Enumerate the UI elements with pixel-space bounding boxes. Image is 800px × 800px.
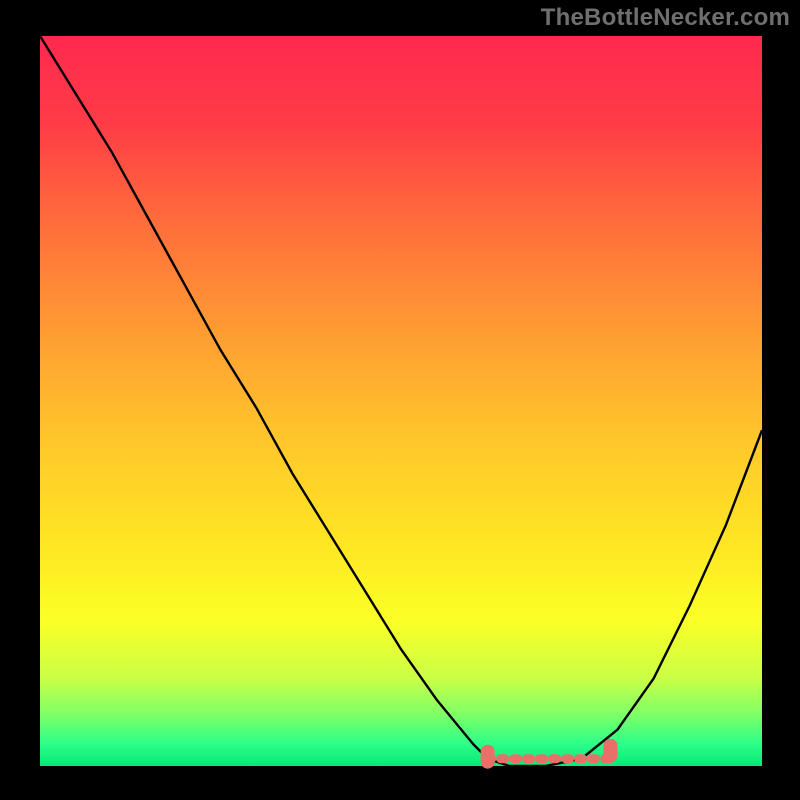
bottleneck-chart [0,0,800,800]
plot-area [40,36,762,766]
watermark-text: TheBottleNecker.com [541,4,790,32]
sweet-spot-end-dot [603,739,617,763]
chart-frame: TheBottleNecker.com [0,0,800,800]
sweet-spot-start-dot [481,745,495,769]
